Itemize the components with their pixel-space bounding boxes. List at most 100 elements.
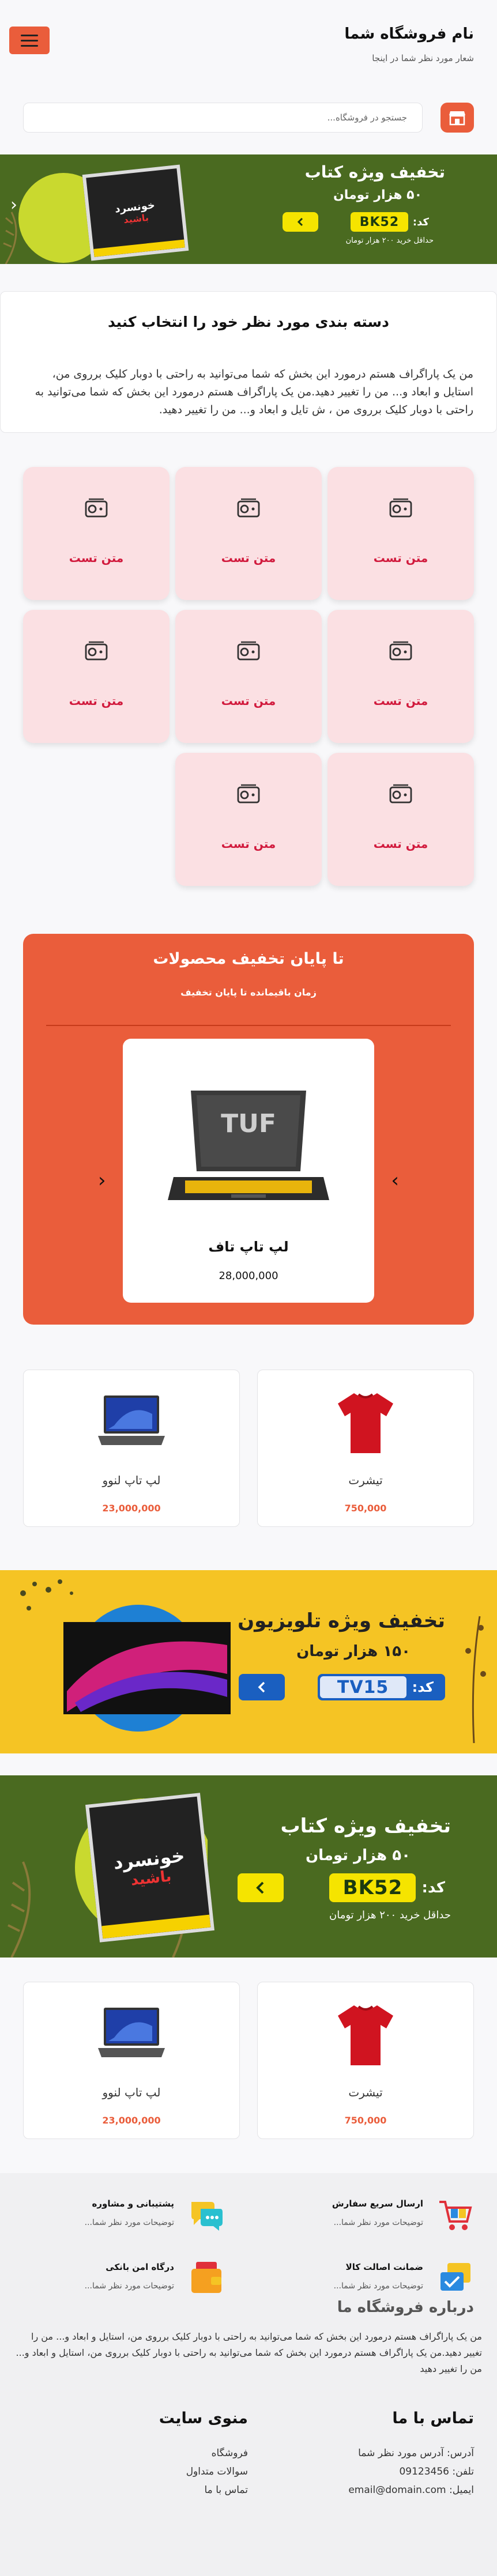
- banner-title: تخفیف ویژه تلویزیون: [238, 1609, 445, 1632]
- feature-desc: توضیحات مورد نظر شما...: [84, 2218, 174, 2227]
- chevron-left-icon: [258, 1681, 265, 1693]
- contact-address: آدرس: آدرس مورد نظر شما: [358, 2447, 474, 2459]
- about-text: من یک پاراگراف هستم درمورد این بخش که شم…: [16, 2331, 482, 2374]
- discount-code[interactable]: BK52: [350, 212, 408, 232]
- product-card[interactable]: تیشرت 750,000: [257, 1370, 474, 1527]
- site-menu-title: منوی سایت: [159, 2409, 248, 2427]
- feature-title: پشتیبانی و مشاوره: [92, 2198, 174, 2209]
- search-input[interactable]: [23, 103, 423, 133]
- product-name: تیشرت: [348, 1473, 383, 1487]
- wallet-icon: [191, 2262, 221, 2293]
- contact-email[interactable]: ایمیل: email@domain.com: [348, 2484, 474, 2496]
- product-name: لپ تاپ لنوو: [102, 1473, 161, 1487]
- discount-countdown-label: زمان باقیمانده تا پایان تخفیف: [180, 987, 317, 998]
- banner-book[interactable]: خونسرد باشید تخفیف ویژه کتاب ۵۰ هزار توم…: [0, 1775, 497, 1958]
- laptop-image: [98, 1396, 165, 1445]
- category-label: متن تست: [221, 837, 276, 851]
- chevron-right-icon[interactable]: ‹: [98, 1169, 106, 1192]
- category-card[interactable]: متن تست: [175, 467, 322, 600]
- contact-phone[interactable]: تلفن: 09123456: [399, 2466, 474, 2477]
- store-icon: [449, 111, 465, 126]
- product-card[interactable]: تیشرت 750,000: [257, 1982, 474, 2139]
- product-name: تیشرت: [348, 2085, 383, 2099]
- chat-icon: [191, 2202, 223, 2231]
- plant-decoration-icon: [465, 1616, 486, 1743]
- tv-image: [63, 1605, 231, 1732]
- category-card[interactable]: متن تست: [175, 610, 322, 743]
- feature-title: درگاه امن بانکی: [106, 2262, 174, 2272]
- category-label: متن تست: [221, 551, 276, 565]
- discount-code-box: کد: BK52: [329, 1873, 451, 1902]
- search-bar: [23, 103, 474, 133]
- product-price: 23,000,000: [102, 2115, 161, 2126]
- discount-title: تا پایان تخفیف محصولات: [153, 950, 344, 968]
- category-card[interactable]: متن تست: [327, 753, 474, 886]
- categories-intro: دسته بندی مورد نظر خود را انتخاب کنید من…: [0, 291, 497, 433]
- discount-code-box: کد: BK52: [350, 212, 434, 232]
- radio-icon: [237, 498, 260, 518]
- product-price: 750,000: [344, 2115, 387, 2126]
- feature-authenticity: ضمانت اصالت کالا توضیحات مورد نظر شما...: [255, 2260, 474, 2300]
- discount-product-card[interactable]: TUF لپ تاپ تاف 28,000,000: [123, 1039, 374, 1303]
- category-card[interactable]: متن تست: [23, 610, 170, 743]
- footer: ارسال سریع سفارش توضیحات مورد نظر شما...…: [0, 2173, 497, 2576]
- banner-book-top[interactable]: ‹ خونسرد باشید تخفیف ویژه کتاب ۵۰ هزار ت…: [0, 154, 497, 264]
- chevron-left-icon[interactable]: ›: [391, 1169, 399, 1192]
- radio-icon: [389, 641, 412, 661]
- category-card[interactable]: متن تست: [327, 610, 474, 743]
- chevron-left-icon: [256, 1881, 264, 1894]
- store-name[interactable]: نام فروشگاه شما: [344, 25, 474, 43]
- banner-arrow-button[interactable]: [238, 1873, 284, 1902]
- product-price: 750,000: [344, 1503, 387, 1514]
- badge-icon: [440, 2263, 470, 2291]
- category-label: متن تست: [69, 551, 124, 565]
- category-label: متن تست: [221, 694, 276, 708]
- category-label: متن تست: [373, 694, 428, 708]
- discount-code[interactable]: BK52: [329, 1873, 416, 1902]
- discount-code[interactable]: TV15: [319, 1676, 406, 1698]
- contact-title: تماس با ما: [392, 2409, 474, 2427]
- feature-desc: توضیحات مورد نظر شما...: [333, 2218, 423, 2227]
- banner-tv[interactable]: تخفیف ویژه تلویزیون ۱۵۰ هزار تومان کد: T…: [0, 1570, 497, 1753]
- code-label: کد:: [412, 1679, 434, 1695]
- radio-icon: [389, 784, 412, 804]
- banner-note: حداقل خرید ۲۰۰ هزار تومان: [345, 236, 434, 245]
- discount-section: تا پایان تخفیف محصولات زمان باقیمانده تا…: [23, 934, 474, 1325]
- slider-prev-icon[interactable]: ‹: [10, 195, 17, 215]
- hamburger-menu-button[interactable]: [9, 27, 50, 54]
- product-card[interactable]: لپ تاپ لنوو 23,000,000: [23, 1982, 240, 2139]
- book-cover-image: خونسرد باشید: [85, 1793, 214, 1943]
- menu-icon-bar: [21, 39, 38, 42]
- footer-link-contact[interactable]: تماس با ما: [205, 2484, 248, 2496]
- category-card[interactable]: متن تست: [23, 467, 170, 600]
- store-icon-button[interactable]: [440, 103, 474, 133]
- product-card[interactable]: لپ تاپ لنوو 23,000,000: [23, 1370, 240, 1527]
- radio-icon: [237, 784, 260, 804]
- book-cover-image: خونسرد باشید: [82, 164, 189, 261]
- product-price: 23,000,000: [102, 1503, 161, 1514]
- banner-note: حداقل خرید ۲۰۰ هزار تومان: [329, 1909, 451, 1921]
- banner-amount: ۵۰ هزار تومان: [305, 1847, 411, 1864]
- feature-fast-shipping: ارسال سریع سفارش توضیحات مورد نظر شما...: [255, 2196, 474, 2236]
- discount-product-price: 28,000,000: [219, 1270, 278, 1282]
- footer-link-shop[interactable]: فروشگاه: [212, 2447, 248, 2459]
- banner-amount: ۵۰ هزار تومان: [333, 188, 422, 202]
- menu-icon-bar: [21, 34, 38, 36]
- feature-support: پشتیبانی و مشاوره توضیحات مورد نظر شما..…: [6, 2196, 225, 2236]
- feature-title: ارسال سریع سفارش: [332, 2198, 423, 2209]
- store-slogan: شعار مورد نظر شما در اینجا: [372, 53, 474, 63]
- category-card[interactable]: متن تست: [175, 753, 322, 886]
- banner-arrow-button[interactable]: [239, 1674, 285, 1700]
- about-title: درباره فروشگاه ما: [337, 2299, 474, 2316]
- category-label: متن تست: [373, 837, 428, 851]
- banner-arrow-button[interactable]: [283, 212, 318, 232]
- category-card[interactable]: متن تست: [327, 467, 474, 600]
- category-label: متن تست: [373, 551, 428, 565]
- categories-title: دسته بندی مورد نظر خود را انتخاب کنید: [108, 314, 389, 330]
- banner-amount: ۱۵۰ هزار تومان: [296, 1643, 411, 1660]
- footer-link-faq[interactable]: سوالات متداول: [186, 2466, 248, 2477]
- category-label: متن تست: [69, 694, 124, 708]
- radio-icon: [85, 498, 108, 518]
- discount-product-name: لپ تاپ تاف: [208, 1239, 289, 1255]
- feature-desc: توضیحات مورد نظر شما...: [84, 2281, 174, 2291]
